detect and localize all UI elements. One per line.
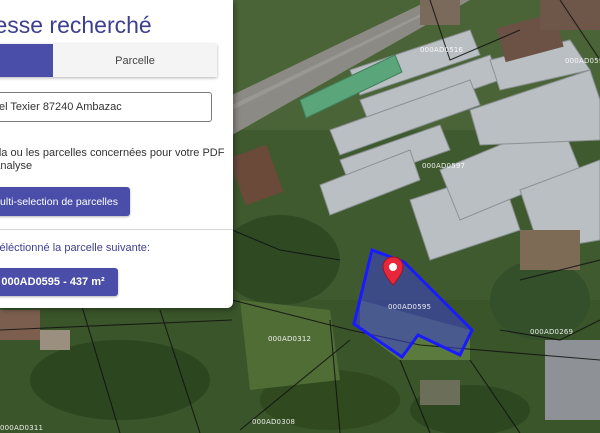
tab-address[interactable] — [0, 44, 53, 77]
selected-parcel-chip[interactable]: 000AD0595 - 437 m² — [0, 268, 118, 296]
parcel-label: 000AD0308 — [252, 418, 296, 426]
multi-selection-button[interactable]: ulti-selection de parcelles — [0, 187, 130, 216]
parcel-label: 000AD0597 — [422, 162, 466, 170]
instructions-text: ur la ou les parcelles concernées pour v… — [0, 147, 225, 172]
parcel-label: 000AD0516 — [420, 46, 464, 54]
app-root: 000AD0516 000AD0592 000AD0597 000AD0595 … — [0, 0, 600, 433]
tab-parcelle[interactable]: Parcelle — [53, 44, 217, 77]
parcel-label: 000AD0269 — [530, 328, 574, 336]
location-pin-icon[interactable] — [382, 256, 404, 286]
divider — [0, 229, 233, 230]
panel-title: dresse recherché — [0, 12, 152, 38]
search-panel: dresse recherché Parcelle el Texier 8724… — [0, 0, 233, 308]
search-mode-tabs: Parcelle — [0, 44, 217, 77]
parcel-label: 000AD0311 — [0, 424, 44, 432]
parcel-label: 000AD0312 — [268, 335, 312, 343]
address-input[interactable]: el Texier 87240 Ambazac — [0, 92, 212, 122]
parcel-label: 000AD0595 — [388, 303, 432, 311]
selected-parcel-caption: séléctionné la parcelle suivante: — [0, 242, 150, 254]
parcel-label: 000AD0592 — [565, 57, 600, 65]
